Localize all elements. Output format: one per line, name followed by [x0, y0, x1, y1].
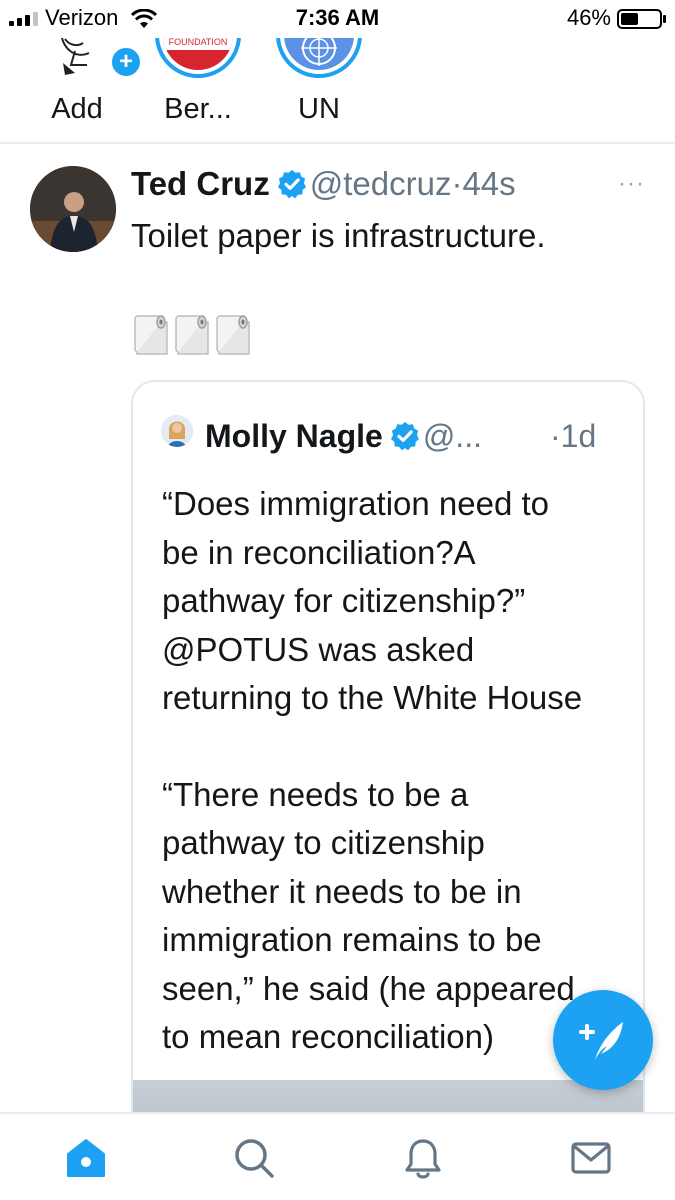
quoted-paragraph: “Does immigration need to be in reconcil…	[162, 485, 583, 716]
toilet-paper-icon	[216, 315, 250, 355]
search-icon	[235, 1139, 274, 1178]
bottom-tab-bar	[0, 1112, 675, 1200]
envelope-icon	[571, 1142, 611, 1174]
fleet-un[interactable]: UN	[264, 38, 374, 142]
user-avatar-sketch	[34, 38, 120, 78]
author-handle[interactable]: @tedcruz	[310, 165, 452, 202]
quoted-tweet[interactable]: Molly Nagle @... ·1d “Does immigration n…	[131, 380, 645, 1112]
quoted-tweet-timestamp: ·1d	[550, 418, 597, 454]
tweet[interactable]: Ted Cruz @tedcruz·44s ··· Toilet paper i…	[0, 146, 675, 1112]
tweet-timestamp[interactable]: 44s	[462, 165, 515, 202]
home-icon	[67, 1139, 105, 1177]
toilet-paper-icon	[175, 315, 209, 355]
quoted-media-preview[interactable]	[133, 1080, 643, 1112]
fleet-avatar-ring	[276, 38, 362, 78]
fleet-label: UN	[298, 93, 340, 125]
toilet-paper-emoji-group	[131, 314, 254, 356]
quoted-tweet-text: “Does immigration need to be in reconcil…	[162, 480, 632, 1062]
quoted-author-handle: @...	[422, 418, 482, 454]
tab-messages[interactable]	[569, 1136, 613, 1180]
tab-search[interactable]	[232, 1136, 276, 1180]
quoted-author-name: Molly Nagle	[205, 418, 383, 454]
fleets-row: + Add FOUNDATION Ber... UN	[0, 38, 675, 144]
tweet-text: Toilet paper is infrastructure.	[131, 217, 546, 254]
add-plus-icon: +	[109, 45, 143, 79]
battery-percentage: 46%	[566, 5, 611, 30]
compose-feather-icon	[579, 1022, 623, 1060]
bell-icon	[405, 1139, 441, 1179]
fleet-avatar-ring: FOUNDATION	[155, 38, 241, 78]
fleet-ber[interactable]: FOUNDATION Ber...	[143, 38, 253, 142]
tweet-header: Ted Cruz @tedcruz·44s	[131, 164, 516, 204]
un-emblem-logo	[284, 38, 354, 70]
status-bar: Verizon 7:36 AM 46%	[0, 0, 675, 38]
tab-notifications[interactable]	[401, 1136, 445, 1180]
fleet-add[interactable]: + Add	[22, 38, 143, 142]
compose-tweet-button[interactable]	[553, 990, 653, 1090]
foundation-logo: FOUNDATION	[163, 38, 233, 70]
fleet-label: Ber...	[164, 93, 232, 125]
verified-badge-icon	[277, 170, 306, 199]
more-options-icon[interactable]: ···	[618, 170, 645, 198]
quoted-tweet-header: Molly Nagle @...	[205, 416, 482, 456]
author-name[interactable]: Ted Cruz	[131, 165, 270, 202]
quoted-author-avatar	[161, 415, 193, 447]
separator-dot: ·	[451, 165, 463, 202]
verified-badge-icon	[390, 422, 419, 451]
avatar[interactable]	[30, 166, 116, 252]
toilet-paper-icon	[134, 315, 168, 355]
battery-icon	[617, 9, 666, 29]
tab-home[interactable]	[64, 1136, 108, 1180]
fleet-label: Add	[51, 93, 103, 125]
